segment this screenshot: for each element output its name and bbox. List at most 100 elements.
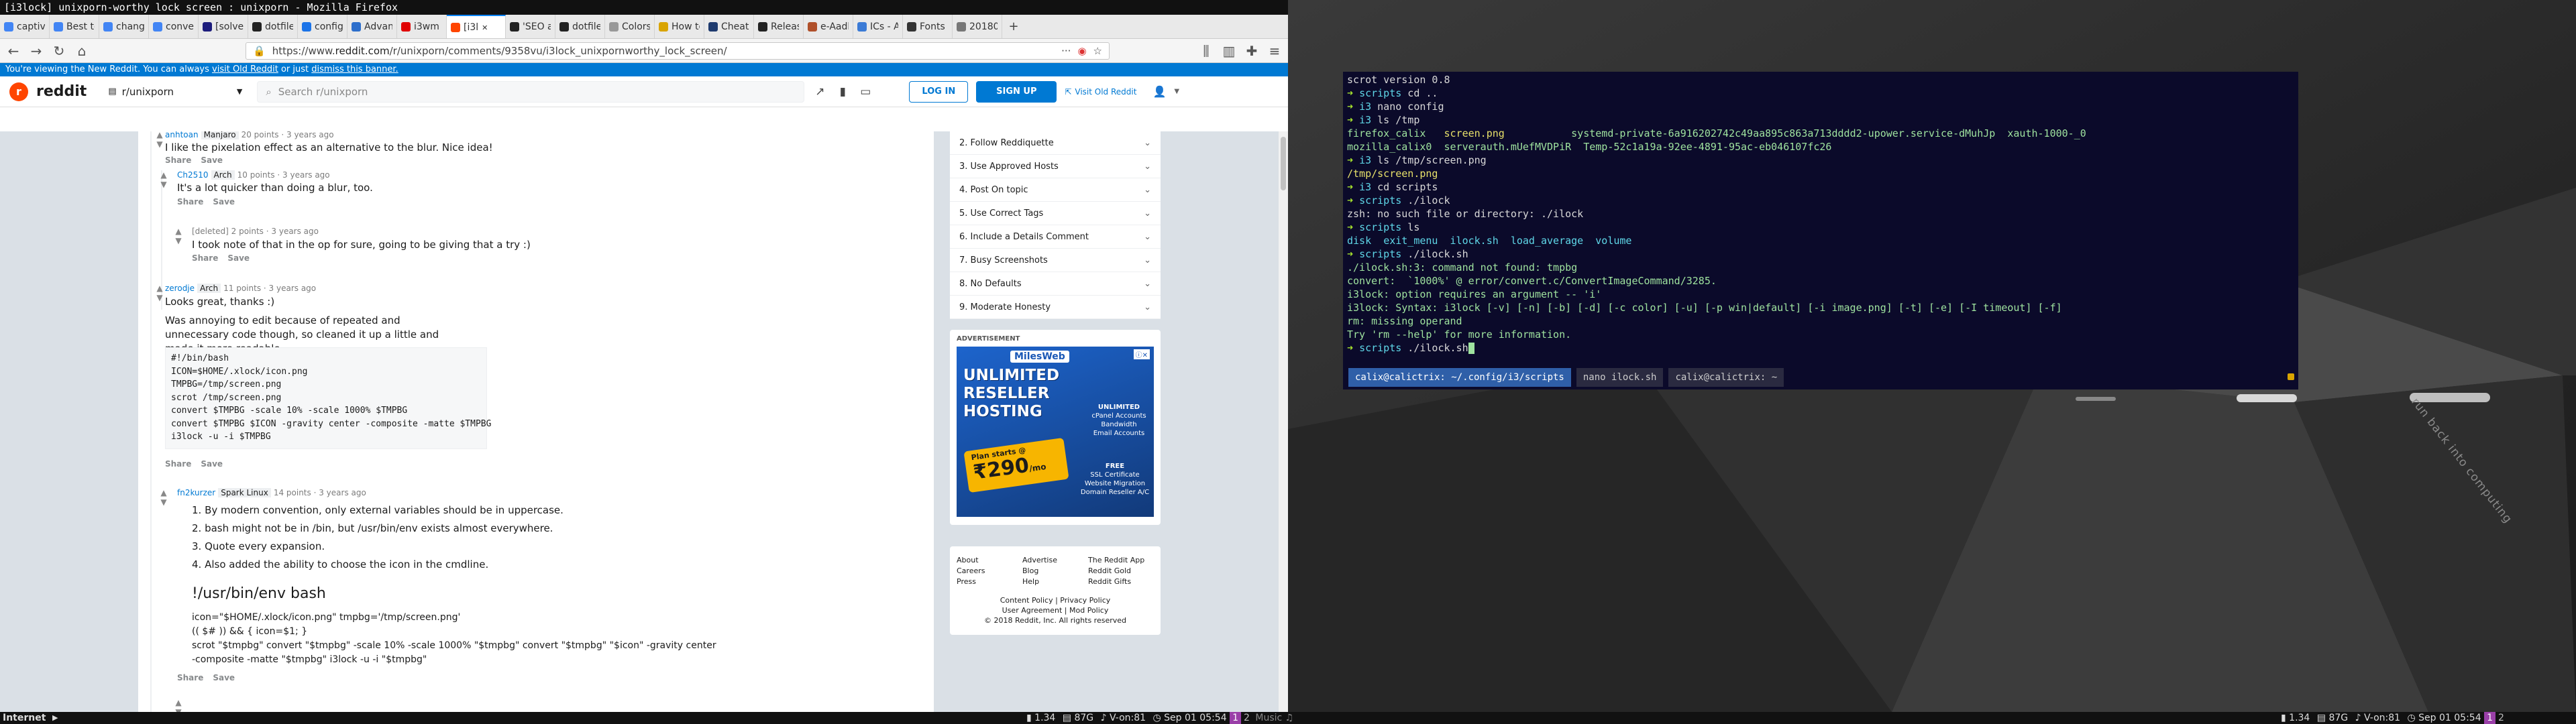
browser-tab[interactable]: Advan (347, 15, 397, 38)
login-button[interactable]: LOG IN (909, 80, 969, 103)
browser-tab[interactable]: Cheate (704, 15, 754, 38)
share-button[interactable]: Share (177, 197, 203, 206)
reload-icon[interactable]: ↻ (52, 43, 66, 59)
footer-link[interactable]: About (957, 556, 1022, 564)
library-icon[interactable]: ⫼ (1199, 43, 1213, 59)
browser-tab[interactable]: i3wm (397, 15, 447, 38)
save-button[interactable]: Save (213, 197, 235, 206)
share-button[interactable]: Share (165, 459, 191, 469)
comment-author[interactable]: anhtoan (165, 131, 199, 139)
footer-link[interactable]: Press (957, 577, 1022, 586)
rule-item[interactable]: 3. Use Approved Hosts ⌄ (950, 155, 1161, 178)
signup-button[interactable]: SIGN UP (976, 80, 1057, 103)
workspace-2[interactable]: 2 (2496, 712, 2507, 724)
music-workspace[interactable]: Music (1255, 713, 1282, 723)
bookmark-star-icon[interactable]: ☆ (1093, 45, 1102, 57)
browser-tab[interactable]: convert (149, 15, 199, 38)
workspace-2[interactable]: 2 (1241, 712, 1252, 724)
old-reddit-link[interactable]: visit Old Reddit (212, 64, 278, 74)
extension-icon[interactable]: ✚ (1245, 43, 1258, 59)
browser-tab[interactable]: change (99, 15, 149, 38)
browser-tab[interactable]: 'SEO a (506, 15, 555, 38)
browser-tab[interactable]: Best te (50, 15, 99, 38)
forward-icon[interactable]: → (30, 43, 43, 59)
rule-item[interactable]: 6. Include a Details Comment ⌄ (950, 225, 1161, 249)
footer-link[interactable]: Reddit Gold (1088, 566, 1154, 575)
rule-item[interactable]: 7. Busy Screenshots ⌄ (950, 249, 1161, 272)
comment-author[interactable]: [deleted] (192, 227, 229, 236)
save-button[interactable]: Save (227, 253, 250, 263)
vote-arrows[interactable]: ▲ ▼ (158, 488, 169, 507)
save-button[interactable]: Save (213, 673, 235, 682)
workspace-1[interactable]: 1 (1230, 712, 1241, 724)
browser-tab[interactable]: dotfile: (248, 15, 298, 38)
share-button[interactable]: Share (192, 253, 218, 263)
rule-item[interactable]: 4. Post On topic ⌄ (950, 178, 1161, 202)
url-bar[interactable]: 🔒 https://www.reddit.com/r/unixporn/comm… (246, 42, 1110, 60)
visit-old-reddit-link[interactable]: ⇱ Visit Old Reddit (1065, 87, 1136, 97)
share-button[interactable]: Share (177, 673, 203, 682)
browser-tab[interactable]: captiv (0, 15, 50, 38)
browser-tab[interactable]: configu (298, 15, 347, 38)
stats-icon[interactable]: ▮ (835, 85, 850, 99)
tmux-window[interactable]: calix@calictrix: ~ (1668, 368, 1784, 387)
browser-tab[interactable]: How to (655, 15, 704, 38)
footer-link[interactable]: The Reddit App (1088, 556, 1154, 564)
user-icon[interactable]: 👤 (1152, 85, 1166, 98)
terminal-window[interactable]: scrot version 0.8 ➜ scripts cd .. ➜ i3 nan… (1343, 72, 2298, 389)
browser-tab[interactable]: 2018004 (953, 15, 1002, 38)
sidebar-icon[interactable]: ▥ (1222, 43, 1236, 59)
reddit-logo-icon[interactable]: r (9, 82, 28, 101)
browser-tab[interactable]: [i3l ✕ (447, 15, 506, 38)
footer-link[interactable]: Advertise (1022, 556, 1088, 564)
page-scrollbar[interactable] (1279, 131, 1288, 712)
pocket-icon[interactable]: ◉ (1077, 45, 1086, 57)
chat-icon[interactable]: ▭ (858, 85, 873, 99)
new-tab-button[interactable]: + (1002, 15, 1025, 38)
ad-close-icon[interactable]: ⓘ✕ (1133, 349, 1150, 359)
browser-tab[interactable]: Fonts (903, 15, 953, 38)
user-chevron-icon[interactable]: ▼ (1174, 88, 1179, 95)
search-input[interactable]: ⌕ Search r/unixporn (257, 80, 805, 103)
comment-author[interactable]: Ch2510 (177, 170, 209, 180)
menu-icon[interactable]: ≡ (1268, 43, 1281, 59)
ad-banner[interactable]: ⓘ✕ MilesWeb UNLIMITED RESELLER HOSTING U… (957, 347, 1154, 517)
rule-item[interactable]: 2. Follow Reddiquette ⌄ (950, 131, 1161, 155)
comment-author[interactable]: fn2kurzer (177, 488, 215, 497)
reddit-wordmark[interactable]: reddit (36, 83, 87, 100)
rule-item[interactable]: 9. Moderate Honesty ⌄ (950, 296, 1161, 319)
footer-link[interactable]: Careers (957, 566, 1022, 575)
footer-policy-1[interactable]: Content Policy | Privacy Policy (957, 595, 1154, 605)
subreddit-selector[interactable]: ▤ r/unixporn ▼ (108, 82, 242, 102)
dismiss-banner-link[interactable]: dismiss this banner. (311, 64, 398, 74)
footer-link[interactable]: Reddit Gifts (1088, 577, 1154, 586)
footer-link[interactable]: Help (1022, 577, 1088, 586)
browser-tab[interactable]: dotfiles (555, 15, 605, 38)
tmux-window[interactable]: nano ilock.sh (1576, 368, 1664, 387)
save-button[interactable]: Save (201, 459, 223, 469)
vote-arrows[interactable]: ▲ ▼ (154, 284, 165, 302)
home-icon[interactable]: ⌂ (75, 43, 89, 59)
comment-author[interactable]: zerodje (165, 284, 195, 293)
footer-policy-2[interactable]: User Agreement | Mod Policy (957, 605, 1154, 615)
trending-icon[interactable]: ↗ (812, 85, 827, 99)
browser-tab[interactable]: [solved (199, 15, 248, 38)
share-button[interactable]: Share (165, 156, 191, 165)
back-icon[interactable]: ← (7, 43, 20, 59)
save-button[interactable]: Save (201, 156, 223, 165)
footer-link[interactable]: Blog (1022, 566, 1088, 575)
browser-tab[interactable]: Releas (754, 15, 804, 38)
browser-tab[interactable]: Colors i (605, 15, 655, 38)
rule-item[interactable]: 5. Use Correct Tags ⌄ (950, 202, 1161, 225)
rule-item[interactable]: 8. No Defaults ⌄ (950, 272, 1161, 296)
scrollbar-thumb[interactable] (1281, 137, 1286, 190)
browser-tab[interactable]: ICs - A (853, 15, 903, 38)
tmux-window[interactable]: calix@calictrix: ~/.config/i3/scripts (1348, 368, 1571, 387)
vote-arrows[interactable]: ▲ ▼ (158, 170, 169, 189)
browser-tab[interactable]: e-Aadh (804, 15, 853, 38)
vote-arrows[interactable]: ▲ ▼ (173, 227, 184, 245)
vote-arrows[interactable]: ▲ ▼ (154, 131, 165, 149)
workspace-1[interactable]: 1 (2484, 712, 2496, 724)
vote-arrows[interactable]: ▲ ▼ (173, 698, 184, 712)
page-actions-icon[interactable]: ··· (1061, 45, 1071, 57)
